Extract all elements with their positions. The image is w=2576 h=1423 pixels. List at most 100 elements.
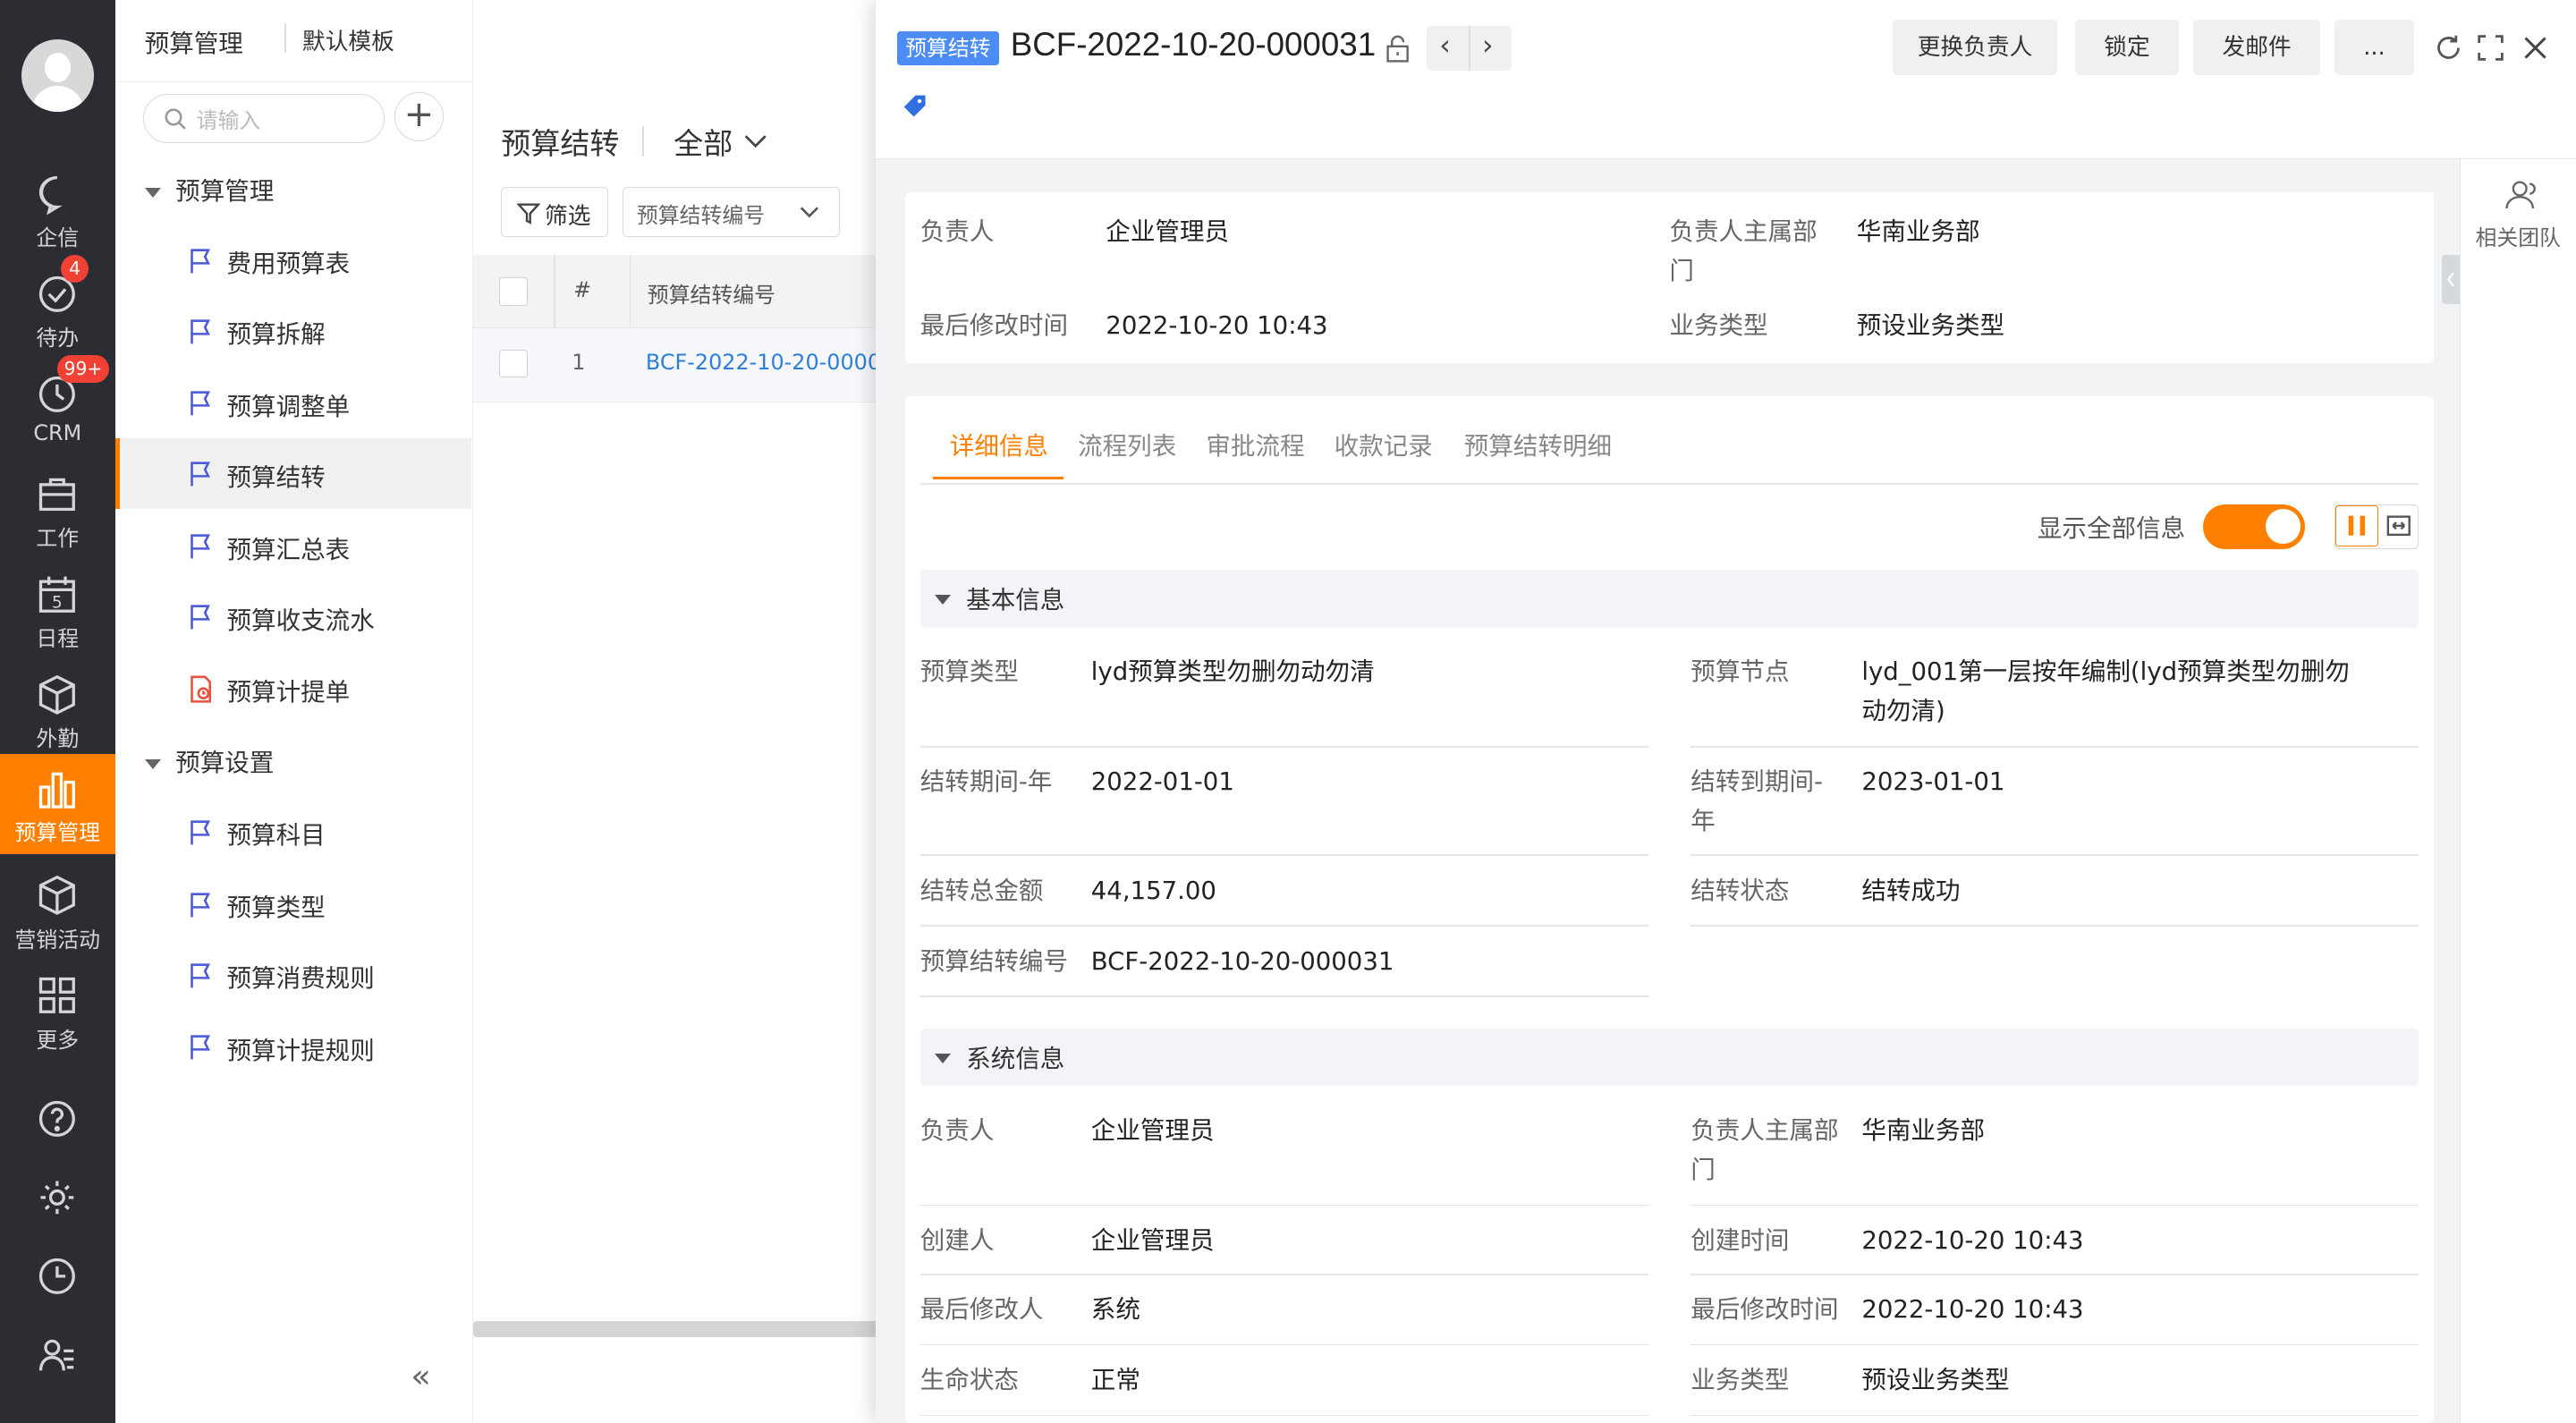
nav-budget[interactable]: 预算管理	[0, 754, 115, 855]
menu-item-consume-rule[interactable]: 预算消费规则	[115, 940, 472, 1011]
field-label: 预算结转编号	[919, 946, 1069, 976]
nav-marketing[interactable]: 营销活动	[0, 861, 115, 961]
send-email-button[interactable]: 发邮件	[2193, 20, 2320, 76]
horizontal-scrollbar[interactable]	[473, 1320, 885, 1338]
lock-button[interactable]: 锁定	[2075, 20, 2179, 76]
section-basic-info[interactable]: 基本信息	[919, 570, 2419, 628]
menu-item-budget-carryover[interactable]: 预算结转	[114, 438, 472, 510]
nav-more[interactable]: 更多	[0, 961, 115, 1062]
flag-icon	[191, 248, 211, 273]
change-owner-button[interactable]: 更换负责人	[1893, 20, 2057, 76]
two-column-layout-button[interactable]	[2335, 504, 2379, 546]
history-icon[interactable]	[36, 1255, 79, 1298]
menu-item-label: 预算类型	[226, 893, 326, 922]
flag-icon	[191, 1035, 211, 1060]
tab-carryover-details[interactable]: 预算结转明细	[1464, 426, 1612, 462]
nav-label: 日程	[36, 626, 80, 652]
main-nav: 企信 4 待办 99+ CRM 工作 5 日程 外勤 预算管理 营销活动 更多	[0, 0, 115, 1423]
field-value: 结转成功	[1861, 876, 1961, 905]
group-budget-management[interactable]: 预算管理	[144, 171, 274, 207]
gear-icon[interactable]	[36, 1176, 79, 1219]
select-all-checkbox[interactable]	[499, 277, 528, 306]
menu-item-label: 预算科目	[226, 821, 326, 851]
add-button[interactable]: +	[394, 91, 444, 141]
summary-value: 华南业务部	[1856, 216, 1980, 246]
record-list: 预算结转 全部 筛选 预算结转编号 # 预算结转编号 1 BCF-2022-10…	[473, 0, 894, 1423]
team-icon[interactable]	[2502, 179, 2538, 212]
field-label: 结转期间-年	[919, 767, 1053, 797]
menu-item-budget-type[interactable]: 预算类型	[115, 869, 472, 940]
collapse-sidebar-button[interactable]: «	[411, 1357, 430, 1395]
record-pager: ‹ ›	[1426, 26, 1513, 71]
nav-todo[interactable]: 4 待办	[0, 254, 115, 360]
filter-field-select[interactable]: 预算结转编号	[623, 187, 840, 237]
chevron-down-icon[interactable]	[742, 128, 768, 154]
nav-label: 企信	[36, 225, 80, 251]
nav-label: CRM	[33, 420, 82, 446]
field-label: 结转到期间-年	[1690, 767, 1823, 836]
flag-icon	[191, 534, 211, 559]
prev-record-button[interactable]: ‹	[1439, 30, 1451, 62]
filter-button[interactable]: 筛选	[501, 187, 608, 237]
summary-label: 负责人	[919, 216, 995, 246]
section-system-info[interactable]: 系统信息	[919, 1028, 2419, 1087]
refresh-icon[interactable]	[2434, 33, 2463, 63]
search-placeholder: 请输入	[196, 107, 261, 133]
nav-qixin[interactable]: 企信	[0, 159, 115, 259]
menu-item-expense-budget[interactable]: 费用预算表	[115, 225, 472, 296]
menu-item-accrual-rule[interactable]: 预算计提规则	[115, 1012, 472, 1083]
more-actions-button[interactable]: ...	[2334, 20, 2414, 76]
template-select[interactable]: 默认模板	[302, 23, 394, 56]
section-title: 系统信息	[966, 1044, 1065, 1073]
menu-item-budget-flow[interactable]: 预算收支流水	[115, 581, 472, 652]
next-record-button[interactable]: ›	[1482, 30, 1494, 62]
group-budget-settings[interactable]: 预算设置	[144, 742, 274, 778]
avatar[interactable]	[21, 39, 94, 112]
field-value: 系统	[1090, 1295, 1140, 1325]
menu-item-budget-adjust[interactable]: 预算调整单	[115, 368, 472, 438]
columns-icon	[2348, 515, 2365, 537]
nav-field[interactable]: 外勤	[0, 660, 115, 760]
summary-label: 负责人主属部门	[1669, 216, 1818, 286]
tab-receipt-records[interactable]: 收款记录	[1335, 426, 1433, 462]
table-row[interactable]: 1 BCF-2022-10-20-00003	[473, 328, 894, 403]
column-code[interactable]: 预算结转编号	[648, 277, 775, 309]
expand-icon[interactable]	[2476, 33, 2505, 63]
caret-down-icon	[935, 594, 952, 605]
show-all-toggle[interactable]	[2203, 504, 2306, 549]
todo-badge: 4	[60, 254, 89, 283]
user-list-icon[interactable]	[36, 1334, 79, 1377]
lock-icon[interactable]	[1384, 35, 1411, 63]
row-code-link[interactable]: BCF-2022-10-20-00003	[646, 350, 894, 375]
tab-process-list[interactable]: 流程列表	[1078, 426, 1176, 462]
search-input[interactable]: 请输入	[142, 93, 385, 143]
row-checkbox[interactable]	[499, 350, 528, 378]
nav-schedule[interactable]: 5 日程	[0, 560, 115, 660]
field-value: 华南业务部	[1861, 1115, 1986, 1145]
field-label: 最后修改人	[919, 1295, 1044, 1325]
field-value: 企业管理员	[1090, 1115, 1215, 1145]
cube-icon	[39, 876, 76, 916]
menu-item-budget-split[interactable]: 预算拆解	[115, 296, 472, 367]
calendar-icon: 5	[39, 576, 76, 613]
filter-field-label: 预算结转编号	[636, 203, 766, 229]
help-icon[interactable]	[36, 1097, 79, 1140]
flag-icon	[191, 893, 211, 918]
menu-item-budget-summary[interactable]: 预算汇总表	[115, 511, 472, 581]
related-team-label[interactable]: 相关团队	[2476, 220, 2562, 251]
flag-icon	[191, 462, 211, 487]
full-width-layout-icon[interactable]	[2386, 513, 2411, 538]
field-label: 预算类型	[919, 657, 1019, 687]
tab-approval-flow[interactable]: 审批流程	[1206, 426, 1304, 462]
close-icon[interactable]	[2521, 33, 2550, 63]
chevron-left-icon	[2446, 272, 2454, 287]
nav-crm[interactable]: 99+ CRM	[0, 354, 115, 460]
tag-icon[interactable]	[901, 92, 928, 120]
nav-work[interactable]: 工作	[0, 460, 115, 560]
menu-item-budget-accrual[interactable]: 预算计提单	[115, 654, 472, 724]
scope-select[interactable]: 全部	[674, 120, 733, 163]
menu-item-budget-subject[interactable]: 预算科目	[115, 797, 472, 868]
nav-label: 更多	[36, 1027, 80, 1053]
tab-detail-info[interactable]: 详细信息	[950, 426, 1048, 462]
panel-collapse-handle[interactable]	[2441, 254, 2460, 304]
